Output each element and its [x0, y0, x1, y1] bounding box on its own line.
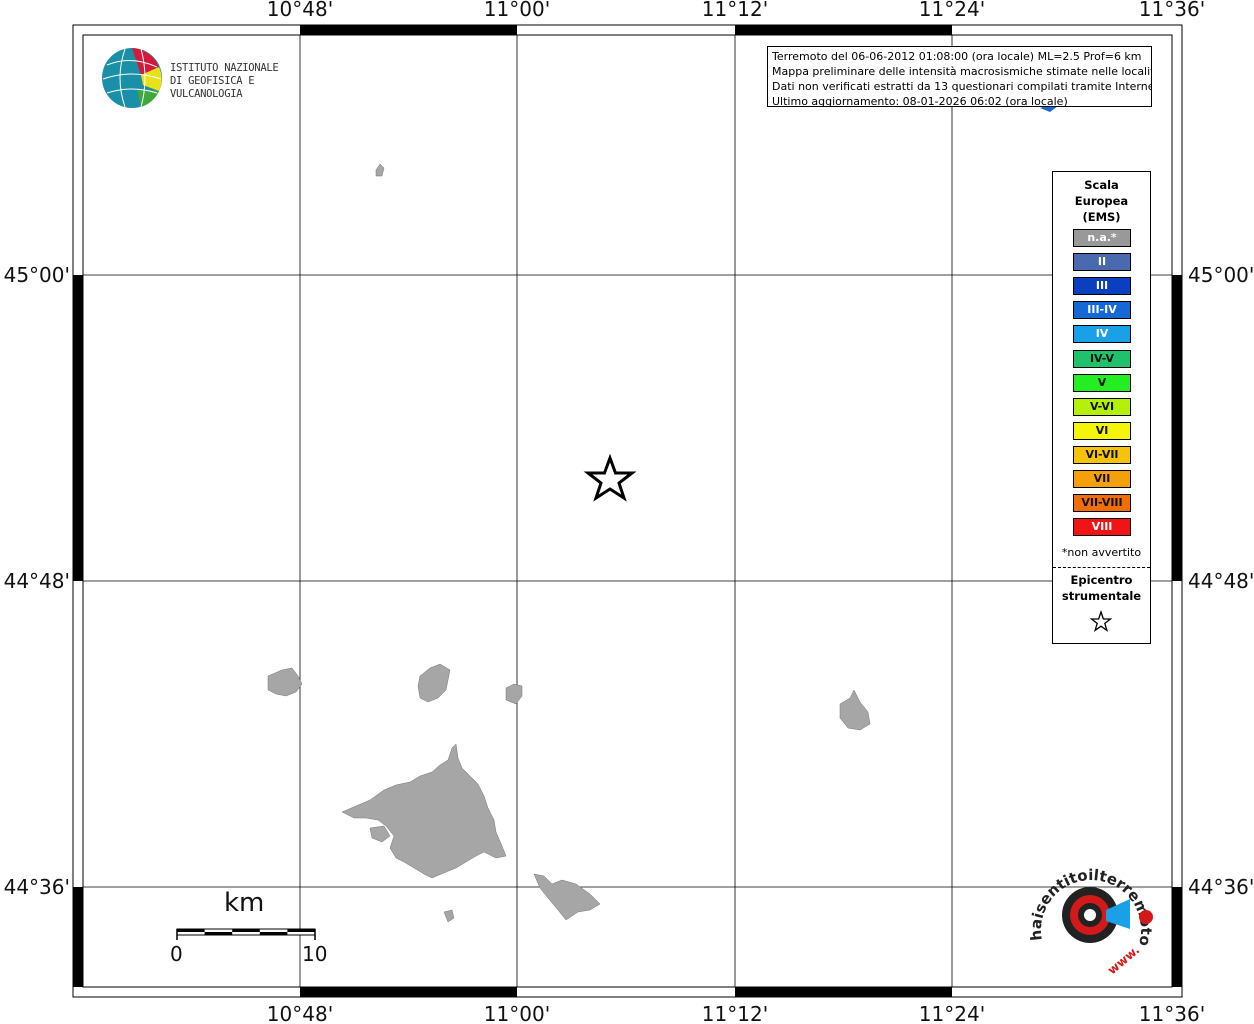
- legend-title: Scala Europea (EMS): [1053, 177, 1150, 225]
- legend-note: *non avvertito: [1061, 546, 1142, 559]
- urban-area-south: [443, 909, 455, 923]
- urban-area-center-west: [417, 663, 451, 703]
- map-frame-outer: [72, 24, 1183, 998]
- legend-swatch-vii-viii: VII-VIII: [1073, 494, 1131, 513]
- legend-swatch-v: V: [1073, 373, 1131, 392]
- urban-area-south-east: [533, 873, 601, 921]
- ingv-logo-text: ISTITUTO NAZIONALE DI GEOFISICA E VULCAN…: [170, 62, 330, 101]
- legend-swatch-vi: VI: [1073, 421, 1131, 440]
- legend-separator: [1053, 567, 1150, 568]
- urban-area-bologna: [341, 743, 507, 879]
- legend-swatch-iv-v: IV-V: [1073, 349, 1131, 368]
- scale-bar-start: 0: [170, 942, 183, 966]
- lon-label-bottom-5: 11°36': [1139, 1002, 1205, 1024]
- lat-label-left-1: 45°00': [4, 263, 70, 287]
- event-info-line2: Mappa preliminare delle intensità macros…: [772, 65, 1152, 78]
- haisentito-logo: haisentitoilterremoto.it www.: [1020, 855, 1155, 978]
- lat-label-right-3: 44°36': [1188, 875, 1254, 899]
- legend-swatch-ii: II: [1073, 253, 1131, 272]
- legend-swatch-iii: III: [1073, 277, 1131, 296]
- legend-title-line2: Europea: [1074, 194, 1129, 208]
- urban-area-center: [505, 683, 523, 705]
- lat-label-right-1: 45°00': [1188, 263, 1254, 287]
- haisentito-logo-www: www.: [1105, 943, 1142, 978]
- event-info-line1: Terremoto del 06-06-2012 01:08:00 (ora l…: [772, 50, 1142, 63]
- epicenter-star-icon: [583, 453, 637, 502]
- frame-scale-bars: [73, 25, 1182, 997]
- lon-label-top-4: 11°24': [919, 0, 985, 21]
- legend-swatch-iv: IV: [1073, 325, 1131, 344]
- lon-label-top-1: 10°48': [267, 0, 333, 21]
- lat-label-left-2: 44°48': [4, 569, 70, 593]
- urban-area-west: [267, 667, 303, 697]
- urban-area-north: [375, 163, 385, 177]
- lon-label-bottom-2: 11°00': [484, 1002, 550, 1024]
- map-frame-inner: [82, 34, 1173, 988]
- lon-label-top-3: 11°12': [702, 0, 768, 21]
- legend-epicenter-line2: strumentale: [1061, 589, 1142, 603]
- ingv-globe-icon: [102, 48, 162, 108]
- urban-area-east: [839, 689, 871, 731]
- legend-swatch-viii: VIII: [1073, 518, 1131, 537]
- scale-bar: km 0 10: [170, 888, 340, 978]
- legend-epicenter-label: Epicentro strumentale: [1053, 572, 1150, 604]
- legend-swatch-vi-vii: VI-VII: [1073, 445, 1131, 464]
- ingv-logo: ISTITUTO NAZIONALE DI GEOFISICA E VULCAN…: [100, 46, 330, 110]
- lat-label-right-2: 44°48': [1188, 569, 1254, 593]
- urban-areas: [267, 163, 871, 923]
- legend-epicenter-line1: Epicentro: [1070, 573, 1133, 587]
- ingv-logo-line1: ISTITUTO NAZIONALE: [170, 62, 279, 74]
- question-badge-icon: [1139, 910, 1153, 924]
- graticule: [83, 35, 1172, 987]
- ems-legend: Scala Europea (EMS) n.a.* II III III-IV IV IV…: [1052, 171, 1151, 644]
- lon-label-bottom-1: 10°48': [267, 1002, 333, 1024]
- scale-bar-unit: km: [224, 888, 265, 918]
- legend-swatch-v-vi: V-VI: [1073, 397, 1131, 416]
- event-info-line4: Ultimo aggiornamento: 08-01-2026 06:02 (…: [772, 95, 1068, 107]
- legend-swatch-n-a: n.a.*: [1073, 229, 1131, 247]
- scale-bar-graphic: [176, 928, 316, 940]
- lat-label-left-3: 44°36': [4, 875, 70, 899]
- legend-title-line3: (EMS): [1082, 210, 1121, 224]
- lon-label-bottom-3: 11°12': [702, 1002, 768, 1024]
- target-center-icon: [1084, 909, 1096, 921]
- lon-label-top-5: 11°36': [1139, 0, 1205, 21]
- event-info-box: Terremoto del 06-06-2012 01:08:00 (ora l…: [767, 46, 1152, 107]
- lon-label-bottom-4: 11°24': [919, 1002, 985, 1024]
- event-info-line3: Dati non verificati estratti da 13 quest…: [772, 80, 1152, 93]
- legend-title-line1: Scala: [1084, 178, 1119, 192]
- urban-area-small-1: [369, 825, 391, 843]
- ingv-logo-line2: DI GEOFISICA E VULCANOLOGIA: [170, 75, 255, 100]
- scale-bar-end: 10: [302, 942, 328, 966]
- legend-star-icon: [1089, 610, 1113, 633]
- lon-label-top-2: 11°00': [484, 0, 550, 21]
- legend-swatch-vii: VII: [1073, 470, 1131, 488]
- legend-swatch-iii-iv: III-IV: [1073, 301, 1131, 320]
